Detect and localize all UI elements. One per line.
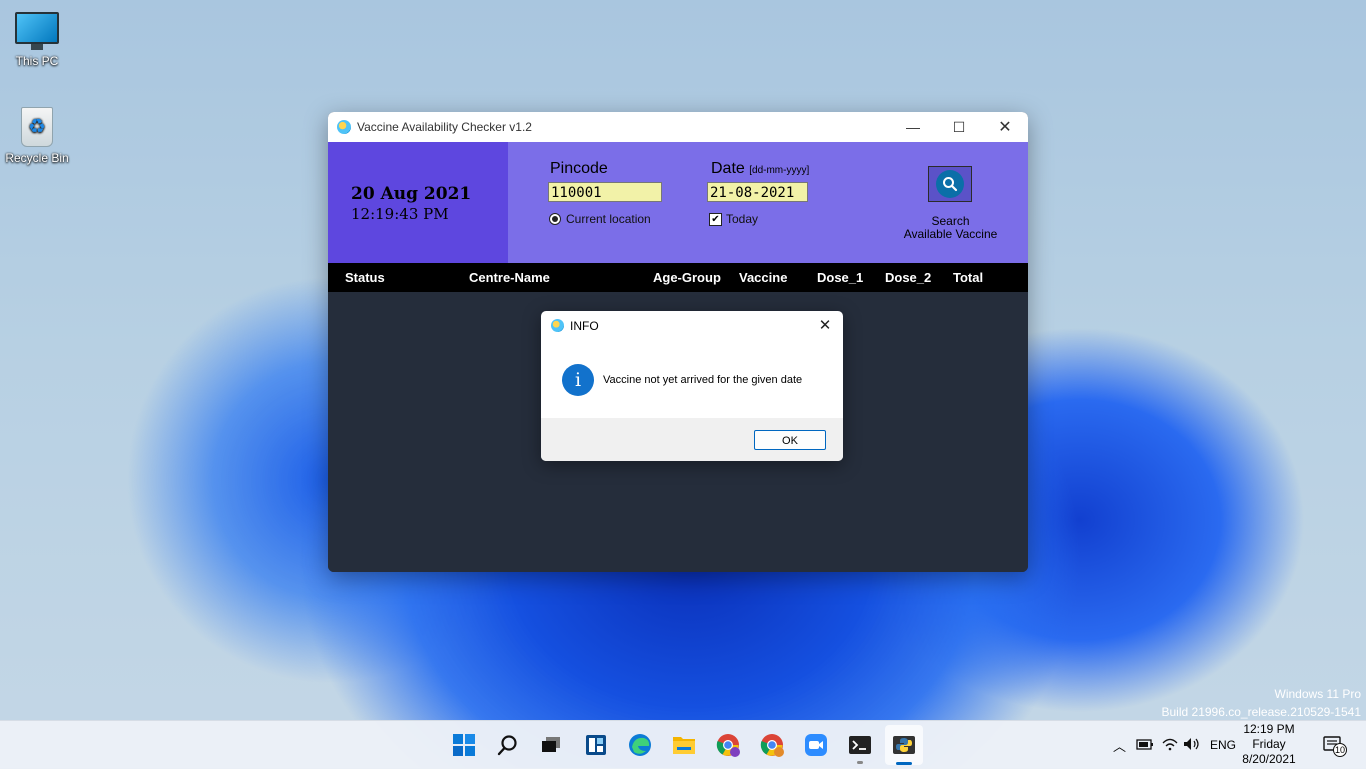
column-age-group[interactable]: Age-Group [653,270,721,285]
zoom-icon[interactable] [802,731,830,759]
file-explorer-icon[interactable] [670,731,698,759]
column-vaccine[interactable]: Vaccine [739,270,787,285]
date-label: Date [dd-mm-yyyy] [711,160,809,178]
pincode-label: Pincode [550,160,608,177]
search-button[interactable] [928,166,972,202]
windows-edition-watermark: Windows 11 Pro [1274,687,1361,701]
window-titlebar[interactable]: Vaccine Availability Checker v1.2 — ☐ ✕ [328,112,1028,142]
windows-build-watermark: Build 21996.co_release.210529-1541 [1161,705,1362,719]
current-time: 12:19:43 PM [351,205,449,223]
search-icon [936,170,964,198]
edge-icon[interactable] [626,731,654,759]
app-logo-icon [337,120,351,134]
current-location-radio[interactable] [549,213,561,225]
search-caption: Search Available Vaccine [888,215,1013,241]
current-datetime-panel: 20 Aug 2021 12:19:43 PM [328,142,508,263]
computer-icon [15,12,59,50]
results-table-header: Status Centre-Name Age-Group Vaccine Dos… [328,263,1028,292]
search-caption-line2: Available Vaccine [903,227,998,241]
widgets-icon[interactable] [582,731,610,759]
ok-button[interactable]: OK [754,430,826,450]
close-button[interactable]: ✕ [982,112,1028,142]
notification-count-badge: 10 [1334,745,1345,755]
volume-icon[interactable] [1183,737,1201,754]
today-checkbox[interactable]: ✔ [709,213,722,226]
wifi-icon[interactable] [1162,737,1178,754]
terminal-running-indicator [857,761,863,764]
app-header: 20 Aug 2021 12:19:43 PM Pincode 110001 C… [328,142,1028,263]
clock-date: 8/20/2021 [1242,752,1296,766]
dialog-footer: OK [541,418,843,461]
today-label: Today [726,212,759,226]
recycle-bin-icon: ♻ [21,107,53,147]
battery-icon[interactable] [1136,737,1154,754]
column-total[interactable]: Total [953,270,983,285]
date-input[interactable]: 21-08-2021 [707,182,808,202]
date-label-text: Date [711,160,745,177]
taskbar-clock[interactable]: 12:19 PM Friday 8/20/2021 [1234,722,1304,767]
current-location-label: Current location [566,212,651,226]
dialog-close-button[interactable]: ✕ [815,316,835,334]
chrome-icon[interactable] [714,731,742,759]
pincode-input[interactable]: 110001 [548,182,662,202]
info-icon: i [562,364,594,396]
language-indicator[interactable]: ENG [1210,738,1236,752]
chrome-icon[interactable] [758,731,786,759]
task-view-icon[interactable] [537,731,565,759]
clock-day: Friday [1252,737,1286,751]
notification-center-icon[interactable]: 10 [1323,735,1347,760]
python-active-indicator [896,762,912,765]
python-icon[interactable] [890,731,918,759]
date-format-hint: [dd-mm-yyyy] [749,165,810,176]
maximize-button[interactable]: ☐ [936,112,982,142]
window-title: Vaccine Availability Checker v1.2 [357,120,532,134]
taskbar: ︿ ENG 12:19 PM Friday 8/20/2021 10 [0,720,1366,769]
clock-time: 12:19 PM [1243,722,1295,736]
dialog-app-icon [551,319,564,332]
info-dialog: INFO ✕ i Vaccine not yet arrived for the… [541,311,843,461]
start-icon[interactable] [450,731,478,759]
dialog-title: INFO [570,319,599,333]
dialog-message: Vaccine not yet arrived for the given da… [603,374,803,386]
desktop-icon-label: Recycle Bin [5,151,69,165]
column-dose-2[interactable]: Dose_2 [885,270,931,285]
show-hidden-icons-chevron-icon[interactable]: ︿ [1113,736,1126,755]
current-date: 20 Aug 2021 [351,184,472,204]
terminal-icon[interactable] [846,731,874,759]
minimize-button[interactable]: — [890,112,936,142]
column-dose-1[interactable]: Dose_1 [817,270,863,285]
desktop-icon-recycle-bin[interactable]: ♻ Recycle Bin [2,107,72,165]
desktop-icon-this-pc[interactable]: This PC [2,12,72,68]
search-icon[interactable] [494,731,522,759]
desktop-icon-label: This PC [15,54,59,68]
column-status[interactable]: Status [345,270,385,285]
column-centre-name[interactable]: Centre-Name [469,270,550,285]
